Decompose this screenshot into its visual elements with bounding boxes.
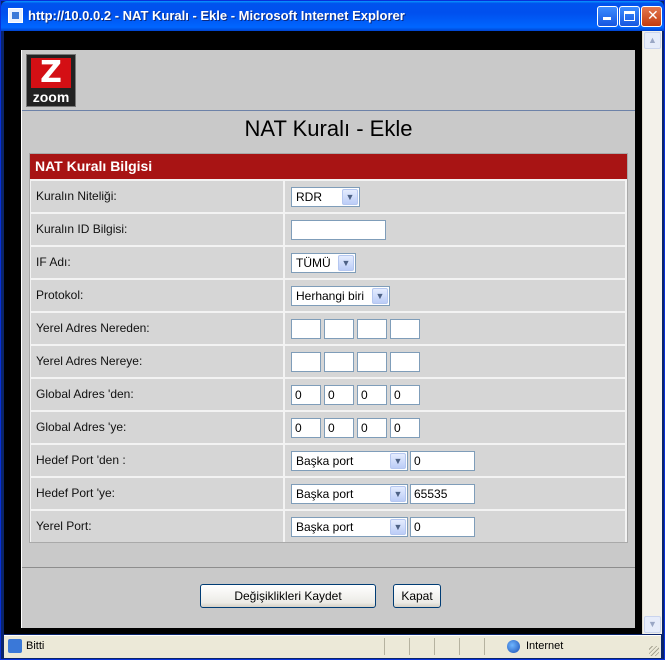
global-from-octet-3[interactable]: 0 bbox=[357, 385, 387, 405]
global-to-octet-4[interactable]: 0 bbox=[390, 418, 420, 438]
global-from-octet-2[interactable]: 0 bbox=[324, 385, 354, 405]
chevron-down-icon: ▼ bbox=[342, 189, 358, 205]
row-global-to: Global Adres 'ye: 0 0 0 0 bbox=[30, 410, 627, 443]
status-separator bbox=[409, 638, 410, 655]
rule-type-select[interactable]: RDR ▼ bbox=[291, 187, 360, 207]
protocol-selected: Herhangi biri bbox=[296, 289, 365, 303]
page-done-icon bbox=[8, 639, 22, 653]
minimize-button[interactable] bbox=[597, 6, 618, 27]
local-port-select[interactable]: Başka port ▼ bbox=[291, 517, 408, 537]
row-rule-type: Kuralın Niteliği: RDR ▼ bbox=[30, 179, 627, 212]
row-local-from: Yerel Adres Nereden: bbox=[30, 311, 627, 344]
row-global-from: Global Adres 'den: 0 0 0 0 bbox=[30, 377, 627, 410]
rule-type-selected: RDR bbox=[296, 190, 322, 204]
title-bar[interactable]: http://10.0.0.2 - NAT Kuralı - Ekle - Mi… bbox=[1, 1, 664, 31]
dest-port-to-selected: Başka port bbox=[296, 487, 354, 501]
minimize-icon bbox=[603, 17, 611, 20]
local-port-input[interactable]: 0 bbox=[410, 517, 475, 537]
interface-select[interactable]: TÜMÜ ▼ bbox=[291, 253, 356, 273]
local-from-label: Yerel Adres Nereden: bbox=[31, 313, 283, 344]
nat-rule-form: Z zoom NAT Kuralı - Ekle NAT Kuralı Bilg… bbox=[21, 50, 635, 628]
scroll-down-icon[interactable]: ▼ bbox=[644, 616, 661, 633]
dest-port-from-label: Hedef Port 'den : bbox=[31, 445, 283, 476]
maximize-icon bbox=[624, 11, 635, 21]
local-to-octet-4[interactable] bbox=[390, 352, 420, 372]
dest-port-from-input[interactable]: 0 bbox=[410, 451, 475, 471]
global-to-label: Global Adres 'ye: bbox=[31, 412, 283, 443]
close-button[interactable]: Kapat bbox=[393, 584, 441, 608]
local-from-octet-2[interactable] bbox=[324, 319, 354, 339]
zone-text: Internet bbox=[526, 640, 564, 652]
row-dest-port-to: Hedef Port 'ye: Başka port ▼ 65535 bbox=[30, 476, 627, 509]
interface-label: IF Adı: bbox=[31, 247, 283, 278]
global-from-label: Global Adres 'den: bbox=[31, 379, 283, 410]
local-from-octet-1[interactable] bbox=[291, 319, 321, 339]
browser-window: http://10.0.0.2 - NAT Kuralı - Ekle - Mi… bbox=[0, 0, 665, 660]
global-from-octet-4[interactable]: 0 bbox=[390, 385, 420, 405]
window-title: http://10.0.0.2 - NAT Kuralı - Ekle - Mi… bbox=[28, 8, 405, 23]
page-viewport: Z zoom NAT Kuralı - Ekle NAT Kuralı Bilg… bbox=[4, 31, 642, 634]
global-to-octet-1[interactable]: 0 bbox=[291, 418, 321, 438]
zoom-logo: Z zoom bbox=[26, 54, 76, 107]
status-separator bbox=[434, 638, 435, 655]
footer-divider bbox=[22, 567, 635, 568]
resize-grip-icon[interactable] bbox=[649, 646, 659, 656]
local-port-label: Yerel Port: bbox=[31, 511, 283, 542]
local-from-octet-3[interactable] bbox=[357, 319, 387, 339]
status-text: Bitti bbox=[26, 640, 45, 652]
chevron-down-icon: ▼ bbox=[372, 288, 388, 304]
status-separator bbox=[484, 638, 485, 655]
status-bar: Bitti Internet bbox=[4, 635, 661, 658]
status-separator bbox=[384, 638, 385, 655]
row-local-port: Yerel Port: Başka port ▼ 0 bbox=[30, 509, 627, 542]
dest-port-from-select[interactable]: Başka port ▼ bbox=[291, 451, 408, 471]
global-to-octet-3[interactable]: 0 bbox=[357, 418, 387, 438]
local-port-selected: Başka port bbox=[296, 520, 354, 534]
row-dest-port-from: Hedef Port 'den : Başka port ▼ 0 bbox=[30, 443, 627, 476]
global-from-octet-1[interactable]: 0 bbox=[291, 385, 321, 405]
nat-rule-table: NAT Kuralı Bilgisi Kuralın Niteliği: RDR… bbox=[29, 153, 628, 543]
chevron-down-icon: ▼ bbox=[390, 486, 406, 502]
close-window-button[interactable]: ✕ bbox=[641, 6, 662, 27]
chevron-down-icon: ▼ bbox=[390, 453, 406, 469]
row-protocol: Protokol: Herhangi biri ▼ bbox=[30, 278, 627, 311]
zoom-z-mark: Z bbox=[31, 58, 71, 88]
ie-icon bbox=[8, 8, 23, 23]
rule-id-label: Kuralın ID Bilgisi: bbox=[31, 214, 283, 245]
maximize-button[interactable] bbox=[619, 6, 640, 27]
protocol-select[interactable]: Herhangi biri ▼ bbox=[291, 286, 390, 306]
close-icon: ✕ bbox=[647, 8, 659, 24]
vertical-scrollbar[interactable]: ▲ ▼ bbox=[642, 31, 662, 634]
status-separator bbox=[459, 638, 460, 655]
rule-id-input[interactable] bbox=[291, 220, 386, 240]
local-to-label: Yerel Adres Nereye: bbox=[31, 346, 283, 377]
dest-port-to-label: Hedef Port 'ye: bbox=[31, 478, 283, 509]
global-to-octet-2[interactable]: 0 bbox=[324, 418, 354, 438]
dest-port-to-input[interactable]: 65535 bbox=[410, 484, 475, 504]
section-header: NAT Kuralı Bilgisi bbox=[30, 154, 627, 179]
dest-port-to-select[interactable]: Başka port ▼ bbox=[291, 484, 408, 504]
chevron-down-icon: ▼ bbox=[338, 255, 354, 271]
header-divider bbox=[22, 110, 635, 111]
chevron-down-icon: ▼ bbox=[390, 519, 406, 535]
local-to-octet-1[interactable] bbox=[291, 352, 321, 372]
local-from-octet-4[interactable] bbox=[390, 319, 420, 339]
page-title: NAT Kuralı - Ekle bbox=[244, 116, 413, 141]
local-to-octet-3[interactable] bbox=[357, 352, 387, 372]
save-changes-button[interactable]: Değişiklikleri Kaydet bbox=[200, 584, 376, 608]
scroll-up-icon[interactable]: ▲ bbox=[644, 32, 661, 49]
row-rule-id: Kuralın ID Bilgisi: bbox=[30, 212, 627, 245]
internet-zone-icon bbox=[507, 640, 520, 653]
local-to-octet-2[interactable] bbox=[324, 352, 354, 372]
row-interface: IF Adı: TÜMÜ ▼ bbox=[30, 245, 627, 278]
rule-type-label: Kuralın Niteliği: bbox=[31, 181, 283, 212]
protocol-label: Protokol: bbox=[31, 280, 283, 311]
dest-port-from-selected: Başka port bbox=[296, 454, 354, 468]
logo-text: zoom bbox=[32, 89, 70, 105]
row-local-to: Yerel Adres Nereye: bbox=[30, 344, 627, 377]
interface-selected: TÜMÜ bbox=[296, 256, 331, 270]
